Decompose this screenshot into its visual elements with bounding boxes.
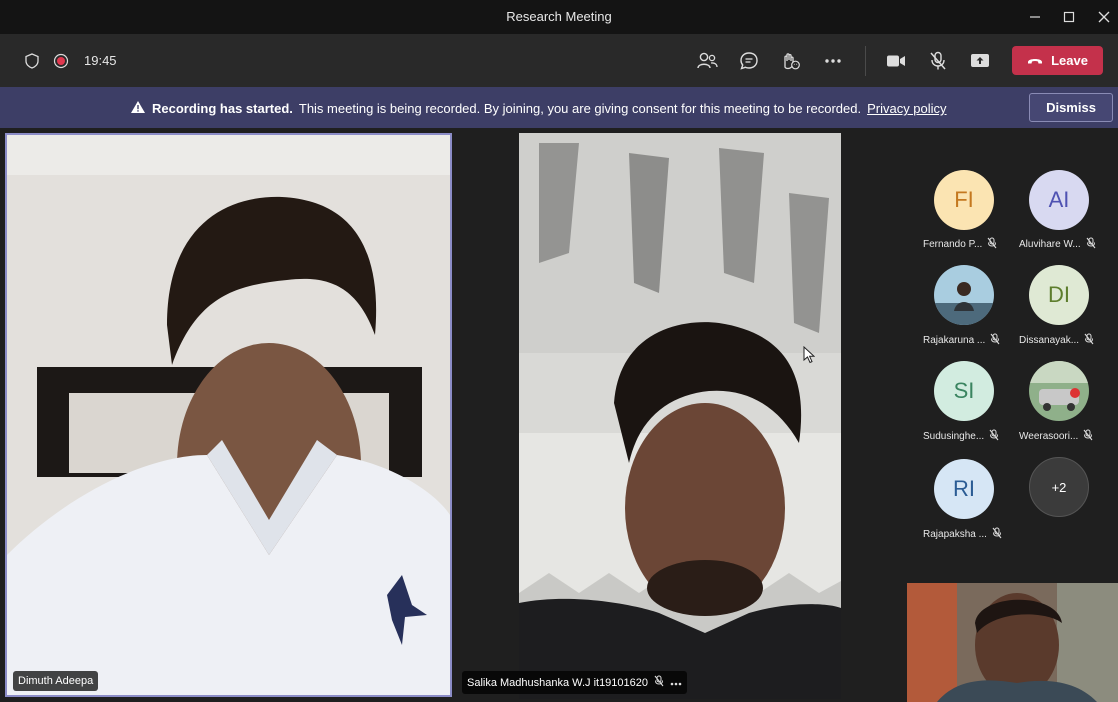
participant-avatar[interactable]: AI <box>1029 170 1089 230</box>
self-view-video[interactable] <box>907 583 1118 702</box>
leave-button[interactable]: Leave <box>1012 46 1103 75</box>
video-tile-dimuth[interactable]: Dimuth Adeepa <box>5 133 452 697</box>
more-participants-button[interactable]: +2 <box>1029 457 1089 517</box>
mouse-cursor-icon <box>803 345 816 369</box>
meeting-timer: 19:45 <box>84 53 117 68</box>
participant-nametag: Salika Madhushanka W.J it19101620 <box>462 671 688 694</box>
participant-name: Weerasoori... <box>1019 431 1079 442</box>
participant-avatar[interactable]: FI <box>934 170 994 230</box>
participant-label: Dissanayak... <box>1019 333 1094 348</box>
participants-icon[interactable] <box>696 50 718 72</box>
minimize-icon[interactable] <box>1022 4 1048 30</box>
participant-name: Sudusinghe... <box>923 431 985 442</box>
avatar-initials: RI <box>953 476 975 501</box>
participant-nametag: Dimuth Adeepa <box>13 671 99 691</box>
participant-video <box>7 135 450 695</box>
maximize-icon[interactable] <box>1056 4 1082 30</box>
participant-video <box>519 133 841 699</box>
participant-name: Dimuth Adeepa <box>18 675 94 687</box>
share-screen-icon[interactable] <box>969 50 991 72</box>
microphone-off-icon <box>987 237 997 252</box>
avatar-initials: FI <box>954 187 974 212</box>
close-icon[interactable] <box>1091 4 1117 30</box>
participant-avatar[interactable]: SI <box>934 361 994 421</box>
recording-banner: Recording has started. This meeting is b… <box>0 87 1118 128</box>
shield-icon[interactable] <box>24 52 40 70</box>
participant-more-icon[interactable] <box>670 677 682 689</box>
avatar-initials: SI <box>953 378 975 403</box>
recording-text: This meeting is being recorded. By joini… <box>298 101 862 116</box>
camera-icon[interactable] <box>885 50 907 72</box>
reactions-icon[interactable] <box>780 50 802 72</box>
participant-name: Rajakaruna ... <box>923 335 986 346</box>
microphone-off-icon <box>1083 429 1093 444</box>
participant-photo-avatar[interactable] <box>1029 361 1089 421</box>
participant-label: Fernando P... <box>923 237 997 252</box>
privacy-policy-link[interactable]: Privacy policy <box>867 101 946 116</box>
participant-name: Salika Madhushanka W.J it19101620 <box>467 676 649 689</box>
video-tile-salika[interactable] <box>519 133 841 699</box>
recording-title: Recording has started. <box>152 101 293 116</box>
participant-name: Dissanayak... <box>1019 335 1080 346</box>
toolbar-divider <box>865 46 866 76</box>
warning-icon <box>130 100 146 117</box>
window-title: Research Meeting <box>506 9 612 24</box>
participant-label: Rajakaruna ... <box>923 333 1000 348</box>
participant-label: Sudusinghe... <box>923 429 999 444</box>
participant-name: Rajapaksha ... <box>923 529 987 540</box>
microphone-off-icon <box>992 527 1002 542</box>
participant-label: Rajapaksha ... <box>923 527 1002 542</box>
microphone-off-icon <box>990 333 1000 348</box>
participant-name: Fernando P... <box>923 239 983 250</box>
avatar-initials: AI <box>1048 187 1070 212</box>
leave-label: Leave <box>1051 53 1088 68</box>
participant-name: Aluvihare W... <box>1019 239 1081 250</box>
meeting-toolbar: 19:45 Leave <box>0 34 1118 87</box>
participant-photo-avatar[interactable] <box>934 265 994 325</box>
more-actions-icon[interactable] <box>822 50 844 72</box>
participant-avatar[interactable]: DI <box>1029 265 1089 325</box>
participant-label: Weerasoori... <box>1019 429 1093 444</box>
microphone-off-icon[interactable] <box>927 50 949 72</box>
microphone-off-icon <box>989 429 999 444</box>
avatar-initials: DI <box>1048 282 1070 307</box>
participant-label: Aluvihare W... <box>1019 237 1096 252</box>
recording-message: Recording has started. This meeting is b… <box>130 100 947 117</box>
microphone-off-icon <box>1086 237 1096 252</box>
recording-indicator-icon <box>53 53 69 69</box>
microphone-off-icon <box>654 675 664 690</box>
self-video <box>907 583 1118 702</box>
title-bar: Research Meeting <box>0 0 1118 34</box>
participant-avatar[interactable]: RI <box>934 459 994 519</box>
microphone-off-icon <box>1084 333 1094 348</box>
chat-icon[interactable] <box>738 50 760 72</box>
hang-up-icon <box>1027 53 1043 68</box>
dismiss-button[interactable]: Dismiss <box>1029 93 1113 122</box>
